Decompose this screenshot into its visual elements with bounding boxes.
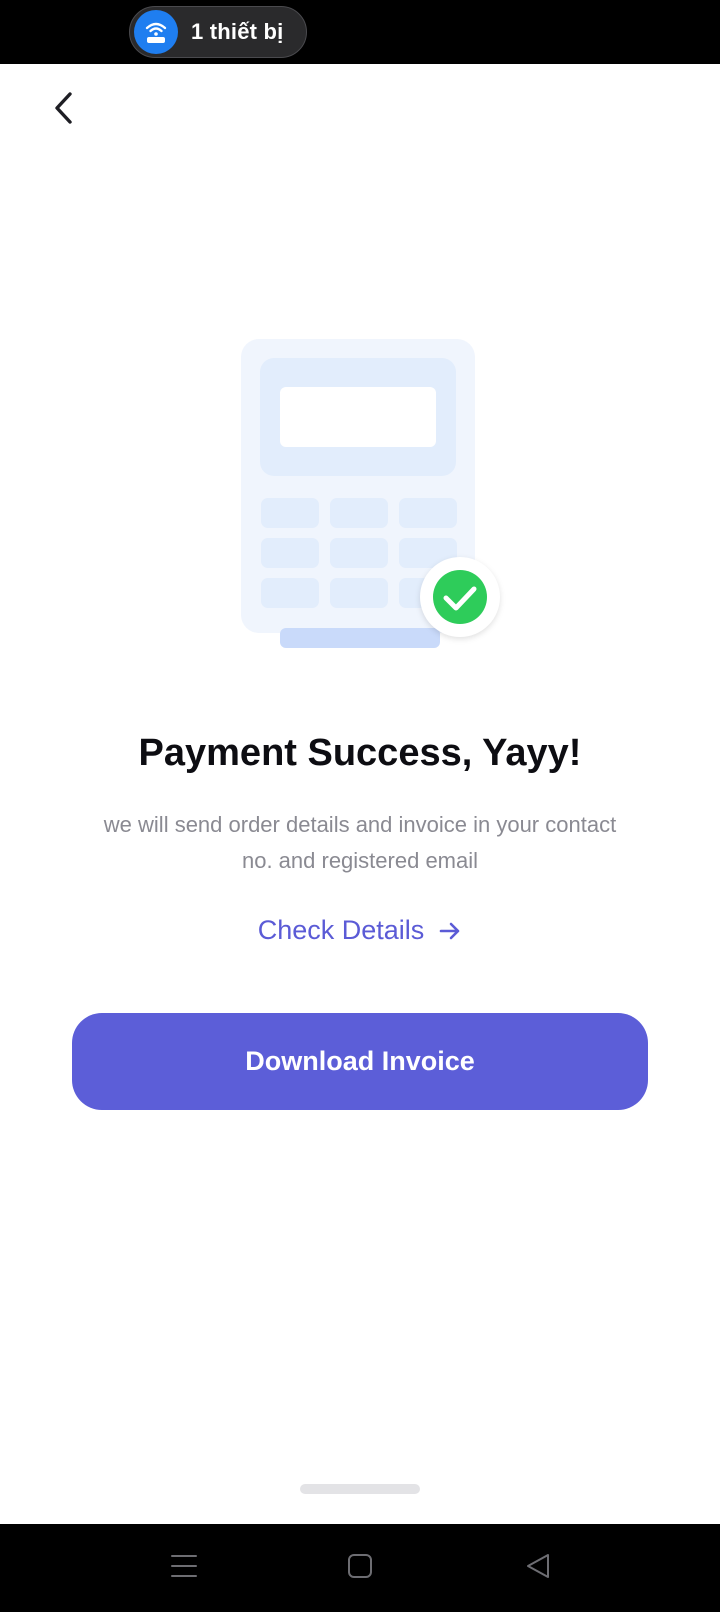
check-details-link[interactable]: Check Details: [0, 915, 720, 946]
calculator-illustration: [236, 334, 506, 654]
arrow-right-icon: [438, 919, 462, 943]
system-nav-bar: [0, 1524, 720, 1612]
home-indicator: [300, 1484, 420, 1494]
home-button[interactable]: [336, 1544, 384, 1592]
back-button[interactable]: [40, 84, 88, 136]
download-invoice-label: Download Invoice: [245, 1046, 475, 1076]
status-bar: 1 thiết bị: [0, 0, 720, 64]
menu-button[interactable]: [160, 1544, 208, 1592]
wifi-router-icon: [134, 10, 178, 54]
page-subtitle: we will send order details and invoice i…: [103, 812, 617, 873]
menu-icon: [170, 1553, 198, 1584]
nav-back-button[interactable]: [514, 1544, 562, 1592]
hotspot-label: 1 thiết bị: [191, 19, 284, 44]
check-circle-icon: [420, 557, 500, 637]
page-title: Payment Success, Yayy!: [138, 732, 582, 774]
home-square-icon: [347, 1553, 373, 1584]
chevron-left-icon: [51, 90, 77, 131]
hotspot-indicator[interactable]: 1 thiết bị: [129, 6, 307, 58]
download-invoice-button[interactable]: Download Invoice: [72, 1013, 648, 1110]
back-triangle-icon: [525, 1552, 551, 1585]
check-details-label: Check Details: [257, 915, 425, 945]
